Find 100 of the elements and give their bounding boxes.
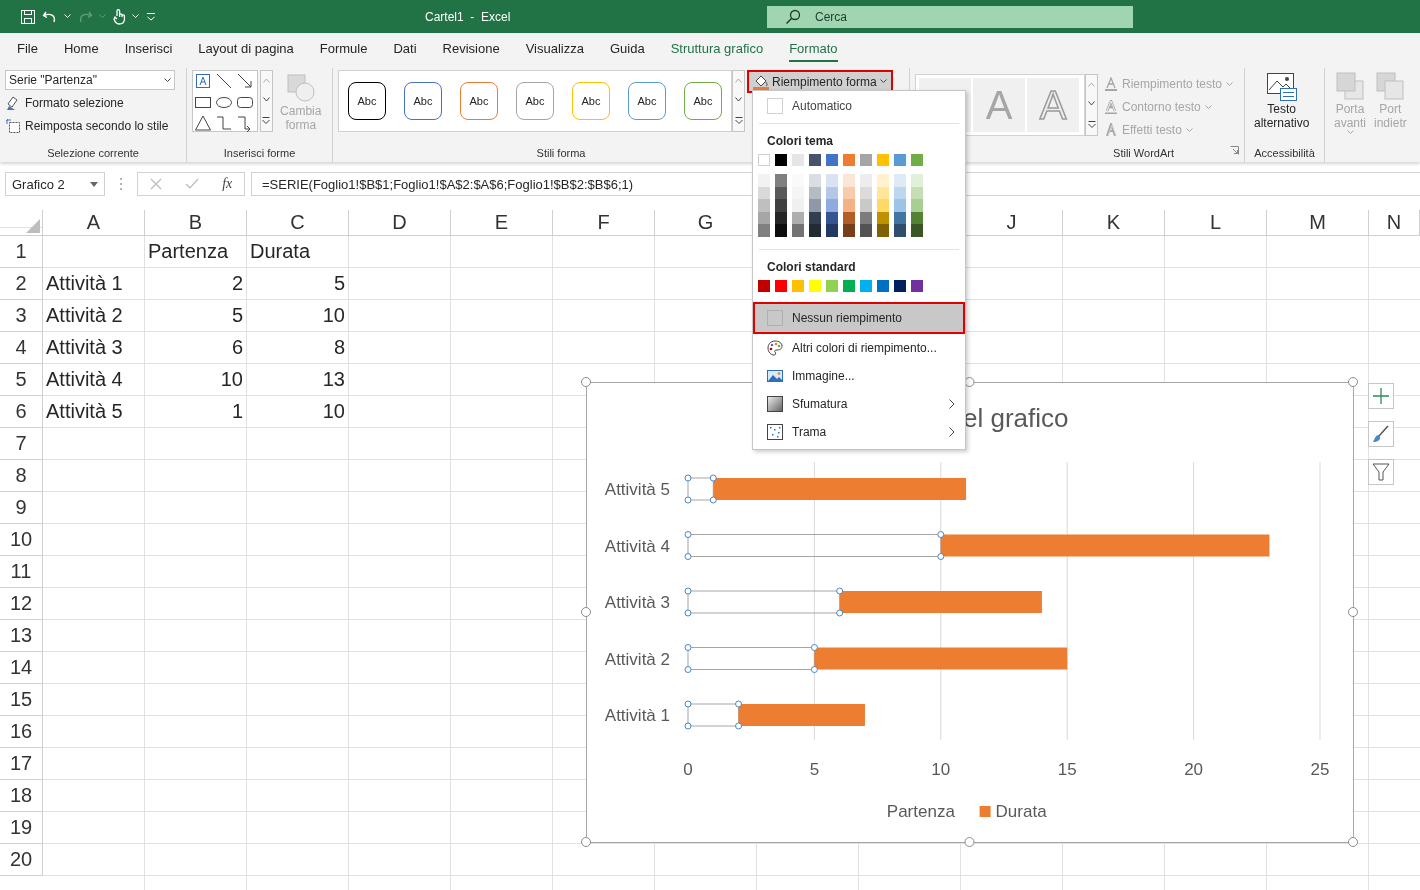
- row-header[interactable]: 3: [0, 300, 43, 332]
- shade-column[interactable]: [809, 174, 821, 237]
- row-header[interactable]: 8: [0, 460, 43, 492]
- menu-item[interactable]: Immagine...: [753, 361, 965, 390]
- color-swatch[interactable]: [792, 279, 804, 292]
- row-header[interactable]: 7: [0, 428, 43, 460]
- color-swatch[interactable]: [911, 154, 923, 166]
- column-header[interactable]: B: [145, 210, 247, 236]
- row-header[interactable]: 11: [0, 556, 43, 588]
- ribbon-tab[interactable]: Formule: [319, 36, 368, 62]
- column-header[interactable]: D: [349, 210, 451, 236]
- row-header[interactable]: 16: [0, 716, 43, 748]
- triangle-icon[interactable]: [194, 114, 212, 132]
- search-field[interactable]: Cerca: [767, 5, 1133, 28]
- resize-handle[interactable]: [1348, 607, 1358, 617]
- color-swatch[interactable]: [894, 279, 906, 292]
- color-swatch[interactable]: [877, 154, 889, 166]
- shade-column[interactable]: [911, 174, 923, 237]
- shapes-gallery[interactable]: [192, 70, 258, 132]
- row-header[interactable]: 5: [0, 364, 43, 396]
- color-swatch[interactable]: [758, 154, 770, 166]
- caret-icon[interactable]: [132, 14, 139, 19]
- color-swatch[interactable]: [860, 279, 872, 292]
- chart-side-button[interactable]: [1368, 383, 1394, 409]
- ribbon-tab[interactable]: Layout di pagina: [198, 36, 294, 62]
- hand-icon[interactable]: [112, 8, 126, 25]
- menu-item[interactable]: Nessun riempimento: [753, 301, 965, 334]
- style-swatch[interactable]: Abc: [684, 82, 722, 120]
- column-header[interactable]: N: [1369, 210, 1420, 236]
- check-icon[interactable]: [184, 178, 199, 190]
- style-swatch[interactable]: Abc: [460, 82, 498, 120]
- ribbon-tab[interactable]: Visualizza: [525, 36, 584, 62]
- row-header[interactable]: 12: [0, 588, 43, 620]
- shade-column[interactable]: [775, 174, 787, 237]
- color-swatch[interactable]: [894, 154, 906, 166]
- column-header[interactable]: E: [451, 210, 553, 236]
- caret-icon[interactable]: [64, 14, 71, 19]
- row-header[interactable]: 19: [0, 812, 43, 844]
- row-header[interactable]: 2: [0, 268, 43, 300]
- chart-side-button[interactable]: [1368, 421, 1394, 447]
- color-swatch[interactable]: [843, 154, 855, 166]
- chart-side-button[interactable]: [1368, 459, 1394, 485]
- ribbon-tab[interactable]: File: [17, 36, 38, 62]
- row-header[interactable]: 17: [0, 748, 43, 780]
- style-swatch[interactable]: Abc: [628, 82, 666, 120]
- ribbon-tab[interactable]: Dati: [393, 36, 417, 62]
- resize-handle[interactable]: [1348, 837, 1358, 847]
- dialog-launcher-icon[interactable]: [1230, 146, 1239, 155]
- insert-function-button[interactable]: fx: [222, 176, 233, 192]
- more-icon[interactable]: [734, 116, 743, 124]
- resize-handle[interactable]: [1348, 377, 1358, 387]
- color-swatch[interactable]: [826, 279, 838, 292]
- shade-column[interactable]: [826, 174, 838, 237]
- style-swatch[interactable]: Abc: [572, 82, 610, 120]
- color-swatch[interactable]: [809, 154, 821, 166]
- shade-column[interactable]: [877, 174, 889, 237]
- color-swatch[interactable]: [775, 279, 787, 292]
- column-header[interactable]: C: [247, 210, 349, 236]
- resize-handle[interactable]: [581, 377, 591, 387]
- command-button[interactable]: Reimposta secondo lo stile: [5, 116, 175, 136]
- ribbon-tab[interactable]: Inserisci: [124, 36, 173, 62]
- shade-column[interactable]: [860, 174, 872, 237]
- row-header[interactable]: 6: [0, 396, 43, 428]
- customize-icon[interactable]: [145, 11, 157, 22]
- menu-item[interactable]: Sfumatura: [753, 389, 965, 418]
- row-header[interactable]: 15: [0, 684, 43, 716]
- more-icon[interactable]: [1087, 120, 1096, 128]
- style-swatch[interactable]: Abc: [516, 82, 554, 120]
- style-swatch[interactable]: Abc: [348, 82, 386, 120]
- save-icon[interactable]: [20, 8, 36, 25]
- name-box[interactable]: Grafico 2: [5, 172, 105, 196]
- color-swatch[interactable]: [911, 279, 923, 292]
- shape-styles-gallery[interactable]: Abc Abc Abc Abc Abc Abc Abc: [338, 70, 732, 132]
- color-swatch[interactable]: [860, 154, 872, 166]
- column-header[interactable]: K: [1063, 210, 1165, 236]
- row-header[interactable]: 9: [0, 492, 43, 524]
- color-swatch[interactable]: [758, 279, 770, 292]
- ribbon-tab[interactable]: Guida: [609, 36, 645, 62]
- row-header[interactable]: 13: [0, 620, 43, 652]
- command-button[interactable]: Formato selezione: [5, 93, 175, 113]
- row-header[interactable]: 20: [0, 844, 43, 876]
- textbox-icon[interactable]: [194, 72, 212, 90]
- shade-column[interactable]: [843, 174, 855, 237]
- column-header[interactable]: A: [43, 210, 145, 236]
- column-header[interactable]: L: [1165, 210, 1267, 236]
- color-swatch[interactable]: [843, 279, 855, 292]
- ribbon-tab[interactable]: Home: [63, 36, 99, 62]
- style-swatch[interactable]: Abc: [404, 82, 442, 120]
- arrow-icon[interactable]: [236, 72, 254, 90]
- color-swatch[interactable]: [809, 279, 821, 292]
- scroll-down-icon[interactable]: [735, 97, 742, 103]
- row-header[interactable]: 18: [0, 780, 43, 812]
- resize-handle[interactable]: [964, 377, 975, 387]
- scroll-down-icon[interactable]: [1088, 101, 1095, 107]
- row-header[interactable]: 4: [0, 332, 43, 364]
- alt-text-button[interactable]: Testo alternativo: [1250, 68, 1314, 146]
- color-swatch[interactable]: [775, 154, 787, 166]
- ribbon-tab[interactable]: Formato: [789, 36, 838, 62]
- column-header[interactable]: F: [553, 210, 655, 236]
- line-icon[interactable]: [215, 72, 233, 90]
